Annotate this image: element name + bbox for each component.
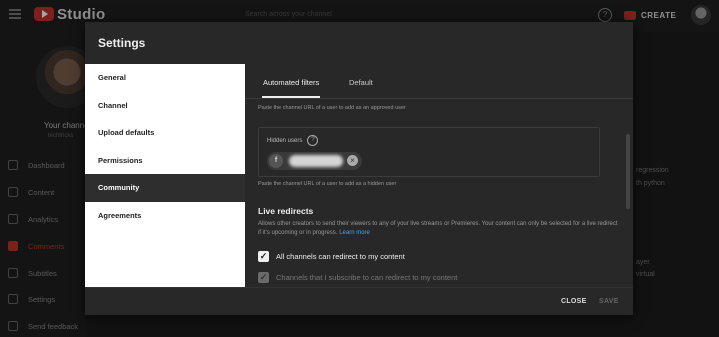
nav-item-channel[interactable]: Channel <box>85 92 245 120</box>
live-redirects-title: Live redirects <box>258 206 314 216</box>
blurred-username <box>289 155 343 167</box>
tab-bar: Automated filters Default <box>245 64 633 99</box>
settings-content: Automated filters Default Paste the chan… <box>245 64 633 287</box>
dialog-header: Settings <box>85 22 633 64</box>
live-redirects-description: Allows other creators to send their view… <box>258 220 618 237</box>
scrollbar[interactable] <box>626 134 630 209</box>
option-subscribed-channels: ✓ Channels that I subscribe to can redir… <box>258 270 457 284</box>
learn-more-link[interactable]: Learn more <box>339 230 370 236</box>
tab-default[interactable]: Default <box>349 78 373 87</box>
hidden-users-help: Paste the channel URL of a user to add a… <box>258 181 397 187</box>
settings-dialog: Settings General Channel Upload defaults… <box>85 22 633 315</box>
hidden-user-chip: f × <box>267 152 362 170</box>
hidden-users-label-text: Hidden users <box>267 137 303 144</box>
nav-item-community[interactable]: Community <box>85 174 245 202</box>
settings-nav: General Channel Upload defaults Permissi… <box>85 64 245 287</box>
checkbox-disabled-icon: ✓ <box>258 271 269 283</box>
help-icon[interactable]: ? <box>307 135 319 146</box>
hidden-users-label: Hidden users ? <box>267 135 319 146</box>
nav-item-permissions[interactable]: Permissions <box>85 147 245 175</box>
remove-chip-icon[interactable]: × <box>347 155 358 166</box>
nav-item-agreements[interactable]: Agreements <box>85 202 245 230</box>
nav-item-upload-defaults[interactable]: Upload defaults <box>85 119 245 147</box>
close-button[interactable]: CLOSE <box>561 298 587 305</box>
dialog-footer: CLOSE SAVE <box>85 287 633 315</box>
user-avatar: f <box>269 154 283 168</box>
option-all-channels[interactable]: ✓ All channels can redirect to my conten… <box>258 249 405 263</box>
nav-item-general[interactable]: General <box>85 64 245 92</box>
option-all-label: All channels can redirect to my content <box>276 251 405 261</box>
hidden-users-field[interactable]: Hidden users ? f × <box>258 127 600 177</box>
description-text: Allows other creators to send their view… <box>258 221 618 236</box>
dialog-title: Settings <box>98 36 146 50</box>
option-subscribed-label: Channels that I subscribe to can redirec… <box>276 272 458 282</box>
checkbox-checked-icon[interactable]: ✓ <box>258 250 269 262</box>
approved-users-help: Paste the channel URL of a user to add a… <box>258 105 406 111</box>
tab-automated-filters[interactable]: Automated filters <box>261 78 321 98</box>
save-button[interactable]: SAVE <box>599 298 619 305</box>
